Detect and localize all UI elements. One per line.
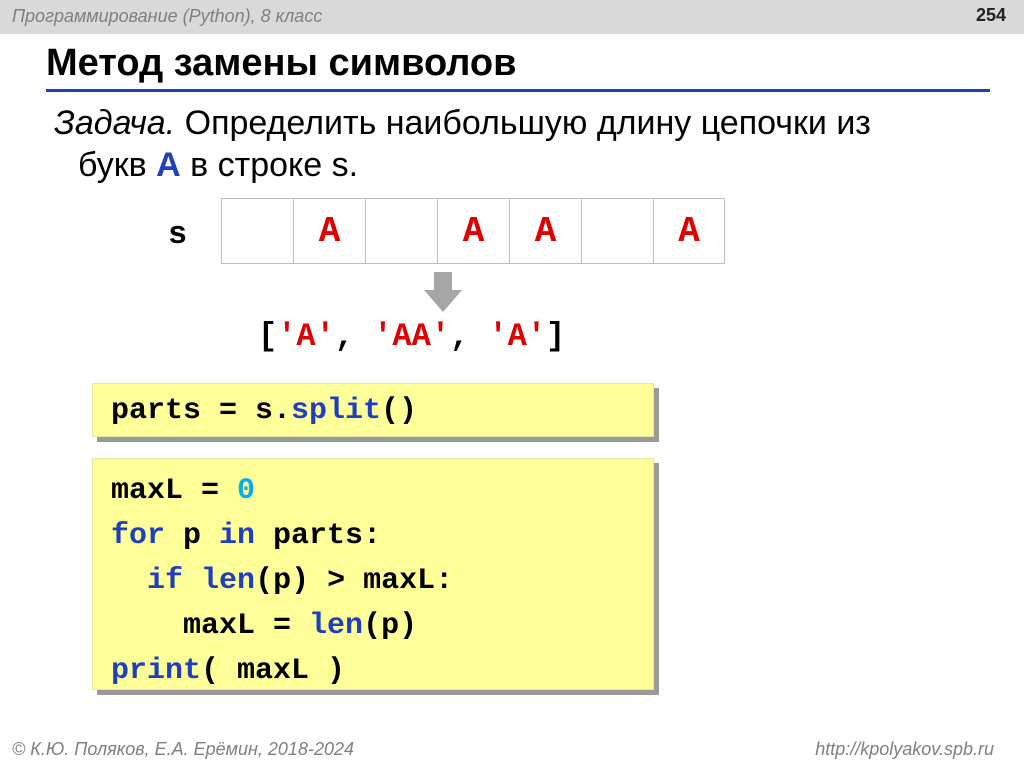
code-keyword: in <box>219 519 256 553</box>
code-token: (p) <box>363 609 418 643</box>
code-keyword: len <box>309 609 364 643</box>
code-line: print( maxL ) <box>111 649 635 694</box>
result-open-bracket: [ <box>258 318 278 355</box>
result-close-bracket: ] <box>546 318 566 355</box>
code-line: parts = s.split() <box>111 396 635 426</box>
down-arrow-icon <box>424 272 462 312</box>
result-item: 'A' <box>277 318 335 355</box>
string-cell: A <box>653 199 725 263</box>
task-statement: Задача. Определить наибольшую длину цепо… <box>54 102 871 186</box>
result-item: 'AA' <box>373 318 451 355</box>
code-token: maxL = <box>111 609 310 643</box>
string-cells: A A A A <box>221 198 725 264</box>
string-variable-label: s <box>168 216 188 253</box>
string-cell <box>581 199 653 263</box>
maxlen-code-block: maxL = 0 for p in parts: if len(p) > max… <box>92 458 654 690</box>
split-code-block: parts = s.split() <box>92 383 654 437</box>
code-keyword: split <box>291 394 382 428</box>
footer-url[interactable]: http://kpolyakov.spb.ru <box>815 739 994 760</box>
code-token: ( maxL ) <box>201 654 346 688</box>
code-line: if len(p) > maxL: <box>111 559 635 604</box>
code-line: maxL = len(p) <box>111 604 635 649</box>
task-line-2: букв A в строке s. <box>54 144 871 186</box>
string-cell: A <box>293 199 365 263</box>
code-token: p <box>165 519 220 553</box>
code-keyword: print <box>111 654 202 688</box>
code-token: (p) > maxL: <box>255 564 454 598</box>
slide-title: Метод замены символов <box>46 42 517 84</box>
string-cell: A <box>509 199 581 263</box>
task-lead: Задача. <box>54 104 176 142</box>
code-line: for p in parts: <box>111 514 635 559</box>
title-underline <box>46 89 990 92</box>
string-cell: A <box>437 199 509 263</box>
task-text-1: Определить наибольшую длину цепочки из <box>175 104 871 142</box>
code-number: 0 <box>237 474 256 508</box>
code-token: parts: <box>255 519 382 553</box>
code-keyword: for <box>111 519 166 553</box>
header-bar: Программирование (Python), 8 класс 254 <box>0 0 1024 34</box>
code-token: maxL = <box>111 474 238 508</box>
code-keyword: if <box>147 564 184 598</box>
result-separator: , <box>334 318 374 355</box>
split-result: ['A', 'AA', 'A'] <box>258 318 565 355</box>
string-cell <box>365 199 437 263</box>
task-text-2b: в строке s. <box>180 146 359 184</box>
task-text-2a: букв <box>78 146 157 184</box>
code-line: maxL = 0 <box>111 469 635 514</box>
page-number: 254 <box>975 5 1006 25</box>
code-keyword: len <box>201 564 256 598</box>
string-cell <box>221 199 293 263</box>
course-title: Программирование (Python), 8 класс <box>12 6 323 26</box>
result-separator: , <box>450 318 489 355</box>
result-item: 'A' <box>488 318 547 355</box>
task-letter: A <box>156 146 181 184</box>
code-token: parts = s. <box>111 394 292 428</box>
code-token: () <box>381 394 418 428</box>
footer-copyright: © К.Ю. Поляков, Е.А. Ерёмин, 2018-2024 <box>12 739 354 759</box>
